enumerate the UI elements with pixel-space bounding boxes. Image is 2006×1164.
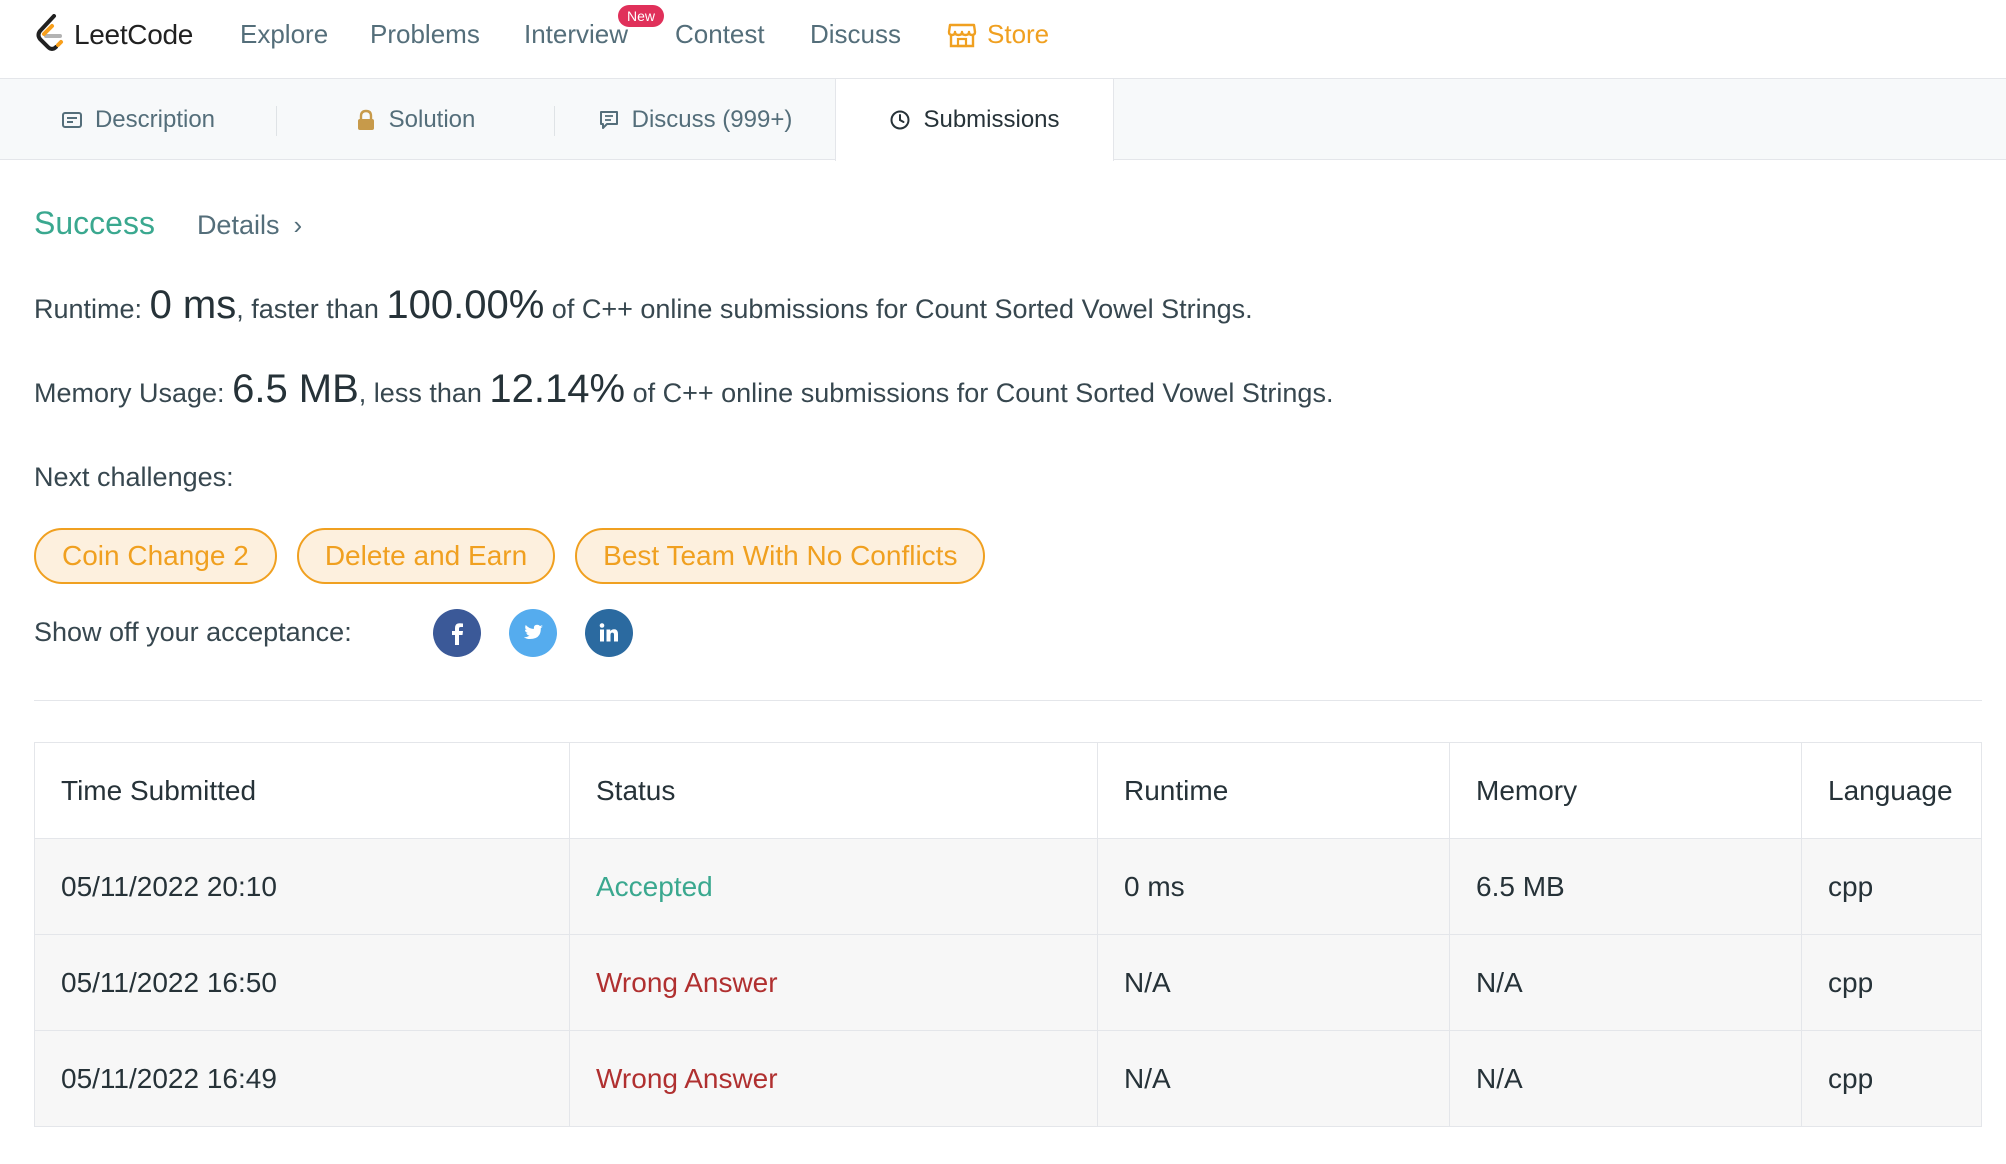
- cell-language: cpp: [1801, 934, 1982, 1031]
- twitter-icon[interactable]: [509, 609, 557, 657]
- challenge-chip[interactable]: Coin Change 2: [34, 528, 277, 584]
- cell-time: 05/11/2022 16:49: [34, 1030, 570, 1127]
- column-header-language: Language: [1801, 742, 1982, 839]
- comment-icon: [599, 110, 618, 129]
- problem-tabs: Description Solution Discuss (999+) Subm…: [0, 79, 2006, 161]
- linkedin-icon[interactable]: [585, 609, 633, 657]
- tab-solution-label: Solution: [388, 105, 476, 133]
- tab-description[interactable]: Description: [0, 79, 276, 160]
- details-link[interactable]: Details ›: [197, 210, 302, 241]
- leetcode-logo[interactable]: LeetCode: [32, 13, 193, 57]
- tab-submissions-label: Submissions: [923, 106, 1060, 133]
- cell-memory: N/A: [1449, 934, 1802, 1031]
- table-header-row: Time Submitted Status Runtime Memory Lan…: [34, 742, 1982, 839]
- cell-memory: 6.5 MB: [1449, 838, 1802, 935]
- store-icon: [947, 23, 977, 47]
- nav-contest[interactable]: Contest: [675, 19, 765, 50]
- table-row: 05/11/2022 20:10 Accepted 0 ms 6.5 MB cp…: [34, 838, 1982, 935]
- nav-store[interactable]: Store: [947, 19, 1049, 50]
- column-header-status: Status: [569, 742, 1098, 839]
- cell-runtime: N/A: [1097, 1030, 1450, 1127]
- runtime-tail: of C++ online submissions for Count Sort…: [551, 294, 1253, 324]
- result-status: Success: [34, 205, 155, 241]
- top-navbar: LeetCode Explore Problems Interview New …: [0, 0, 2006, 79]
- description-icon: [61, 111, 82, 128]
- chevron-right-icon: ›: [293, 210, 303, 240]
- runtime-stat: Runtime: 0 ms, faster than 100.00% of C+…: [34, 283, 1253, 328]
- tab-submissions[interactable]: Submissions: [835, 79, 1114, 161]
- runtime-label: Runtime:: [34, 294, 143, 324]
- table-row: 05/11/2022 16:50 Wrong Answer N/A N/A cp…: [34, 934, 1982, 1031]
- cell-status-link[interactable]: Accepted: [569, 838, 1098, 935]
- nav-problems[interactable]: Problems: [370, 19, 480, 50]
- cell-runtime: N/A: [1097, 934, 1450, 1031]
- column-header-time: Time Submitted: [34, 742, 570, 839]
- result-status-row: Success Details ›: [34, 205, 302, 242]
- cell-runtime: 0 ms: [1097, 838, 1450, 935]
- memory-tail: of C++ online submissions for Count Sort…: [632, 378, 1334, 408]
- new-badge: New: [618, 5, 665, 27]
- cell-memory: N/A: [1449, 1030, 1802, 1127]
- share-label: Show off your acceptance:: [34, 617, 352, 647]
- memory-percentile: 12.14%: [489, 367, 626, 411]
- memory-mid: , less than: [358, 378, 482, 408]
- cell-status-link[interactable]: Wrong Answer: [569, 1030, 1098, 1127]
- next-challenges: Coin Change 2 Delete and Earn Best Team …: [34, 528, 1005, 584]
- brand-name: LeetCode: [74, 19, 194, 50]
- tab-discuss[interactable]: Discuss (999+): [554, 79, 836, 160]
- tab-description-label: Description: [94, 105, 216, 133]
- tab-discuss-label: Discuss (999+): [631, 105, 793, 133]
- runtime-percentile: 100.00%: [386, 283, 545, 327]
- memory-value: 6.5 MB: [232, 367, 359, 411]
- nav-interview[interactable]: Interview: [524, 19, 628, 50]
- nav-store-label: Store: [987, 19, 1050, 49]
- cell-time: 05/11/2022 20:10: [34, 838, 570, 935]
- nav-discuss[interactable]: Discuss: [810, 19, 901, 50]
- column-header-memory: Memory: [1449, 742, 1802, 839]
- tab-solution[interactable]: Solution: [276, 79, 554, 160]
- cell-status-link[interactable]: Wrong Answer: [569, 934, 1098, 1031]
- lock-icon: [357, 109, 374, 130]
- details-label: Details: [196, 210, 280, 240]
- submissions-table: Time Submitted Status Runtime Memory Lan…: [34, 742, 1982, 1127]
- facebook-icon[interactable]: [433, 609, 481, 657]
- table-row: 05/11/2022 16:49 Wrong Answer N/A N/A cp…: [34, 1030, 1982, 1127]
- section-divider: [34, 700, 1982, 701]
- nav-explore[interactable]: Explore: [240, 19, 328, 50]
- leetcode-logo-icon: [36, 14, 63, 51]
- runtime-value: 0 ms: [149, 283, 237, 327]
- cell-language: cpp: [1801, 1030, 1982, 1127]
- clock-icon: [890, 110, 910, 130]
- column-header-runtime: Runtime: [1097, 742, 1450, 839]
- challenge-chip[interactable]: Delete and Earn: [296, 528, 556, 584]
- share-buttons: [433, 609, 661, 657]
- cell-time: 05/11/2022 16:50: [34, 934, 570, 1031]
- challenge-chip[interactable]: Best Team With No Conflicts: [575, 528, 986, 584]
- next-challenges-label: Next challenges:: [34, 462, 234, 492]
- cell-language: cpp: [1801, 838, 1982, 935]
- memory-stat: Memory Usage: 6.5 MB, less than 12.14% o…: [34, 367, 1333, 412]
- runtime-mid: , faster than: [236, 294, 379, 324]
- memory-label: Memory Usage:: [34, 378, 225, 408]
